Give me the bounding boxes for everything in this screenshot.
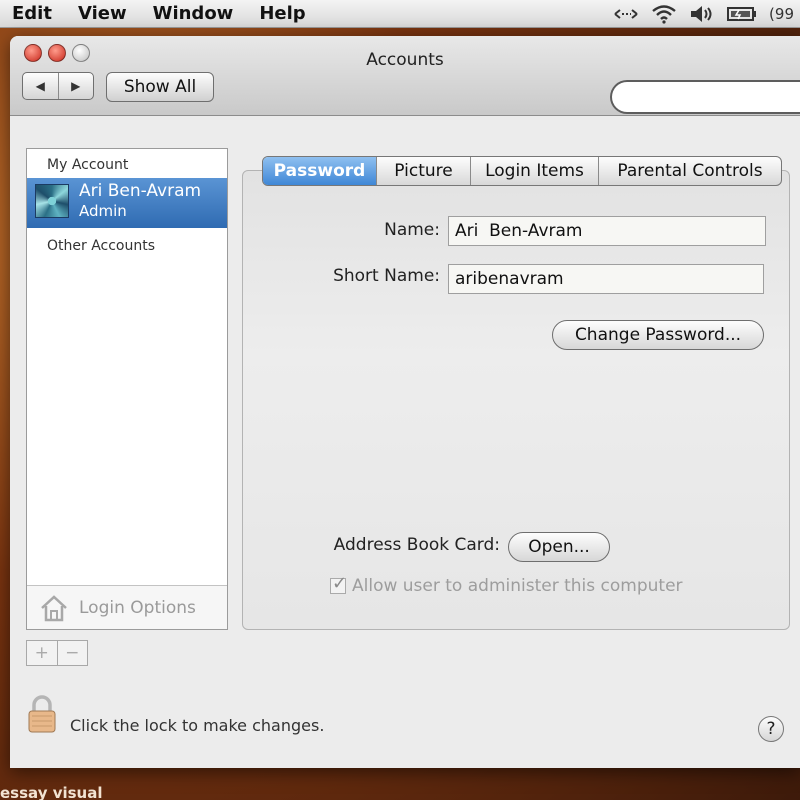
- forward-arrow-icon[interactable]: ▶: [59, 73, 94, 99]
- network-sync-icon[interactable]: [613, 6, 639, 22]
- remove-account-button[interactable]: −: [58, 641, 88, 665]
- allow-admin-option: Allow user to administer this computer: [330, 573, 683, 596]
- battery-icon[interactable]: [727, 6, 757, 22]
- login-options-label: Login Options: [79, 597, 196, 618]
- menu-view[interactable]: View: [66, 3, 141, 24]
- address-book-card-label: Address Book Card:: [333, 535, 500, 555]
- account-item-name: Ari Ben-Avram: [79, 181, 202, 201]
- open-address-book-button[interactable]: Open...: [508, 532, 610, 562]
- menu-bar: Edit View Window Help (99: [0, 0, 800, 28]
- login-options-item[interactable]: Login Options: [27, 585, 227, 629]
- allow-admin-checkbox[interactable]: [330, 573, 347, 594]
- change-password-button[interactable]: Change Password...: [552, 320, 764, 350]
- tab-parental-controls[interactable]: Parental Controls: [599, 157, 781, 185]
- status-area: (99: [613, 0, 800, 28]
- search-field[interactable]: [610, 80, 800, 114]
- menu-window[interactable]: Window: [141, 3, 248, 24]
- name-field[interactable]: [448, 216, 766, 246]
- house-icon: [41, 594, 67, 621]
- help-button[interactable]: ?: [758, 716, 784, 742]
- volume-icon[interactable]: [689, 4, 715, 24]
- short-name-label: Short Name:: [333, 266, 440, 286]
- add-remove-account-control: + −: [26, 640, 88, 666]
- my-account-header: My Account: [47, 157, 129, 173]
- accounts-list: My Account Ari Ben-Avram Admin Other Acc…: [26, 148, 228, 630]
- other-accounts-header: Other Accounts: [47, 238, 156, 254]
- window-title: Accounts: [366, 50, 444, 70]
- account-item-role: Admin: [79, 202, 127, 220]
- background-text: essay visual: [0, 784, 103, 800]
- tab-picture[interactable]: Picture: [377, 157, 471, 185]
- name-label: Name:: [384, 220, 440, 240]
- menu-help[interactable]: Help: [247, 3, 319, 24]
- back-arrow-icon[interactable]: ◀: [23, 73, 59, 99]
- show-all-button[interactable]: Show All: [106, 72, 214, 102]
- short-name-field[interactable]: [448, 264, 764, 294]
- back-forward-control: ◀ ▶: [22, 72, 94, 100]
- battery-percent: (99: [769, 5, 794, 23]
- tab-password[interactable]: Password: [263, 157, 377, 185]
- wifi-icon[interactable]: [651, 4, 677, 24]
- title-bar: Accounts ◀ ▶ Show All: [10, 36, 800, 116]
- search-input[interactable]: [626, 88, 800, 106]
- user-avatar: [35, 184, 69, 218]
- account-tabs: Password Picture Login Items Parental Co…: [262, 156, 782, 186]
- lock-icon[interactable]: [26, 694, 58, 734]
- allow-admin-label: Allow user to administer this computer: [352, 576, 683, 596]
- account-item-current-user[interactable]: Ari Ben-Avram Admin: [27, 178, 227, 228]
- add-account-button[interactable]: +: [27, 641, 58, 665]
- lock-message: Click the lock to make changes.: [70, 716, 325, 735]
- tab-login-items[interactable]: Login Items: [471, 157, 599, 185]
- accounts-window: Accounts ◀ ▶ Show All My Account Ari Ben…: [10, 36, 800, 768]
- menu-edit[interactable]: Edit: [0, 3, 66, 24]
